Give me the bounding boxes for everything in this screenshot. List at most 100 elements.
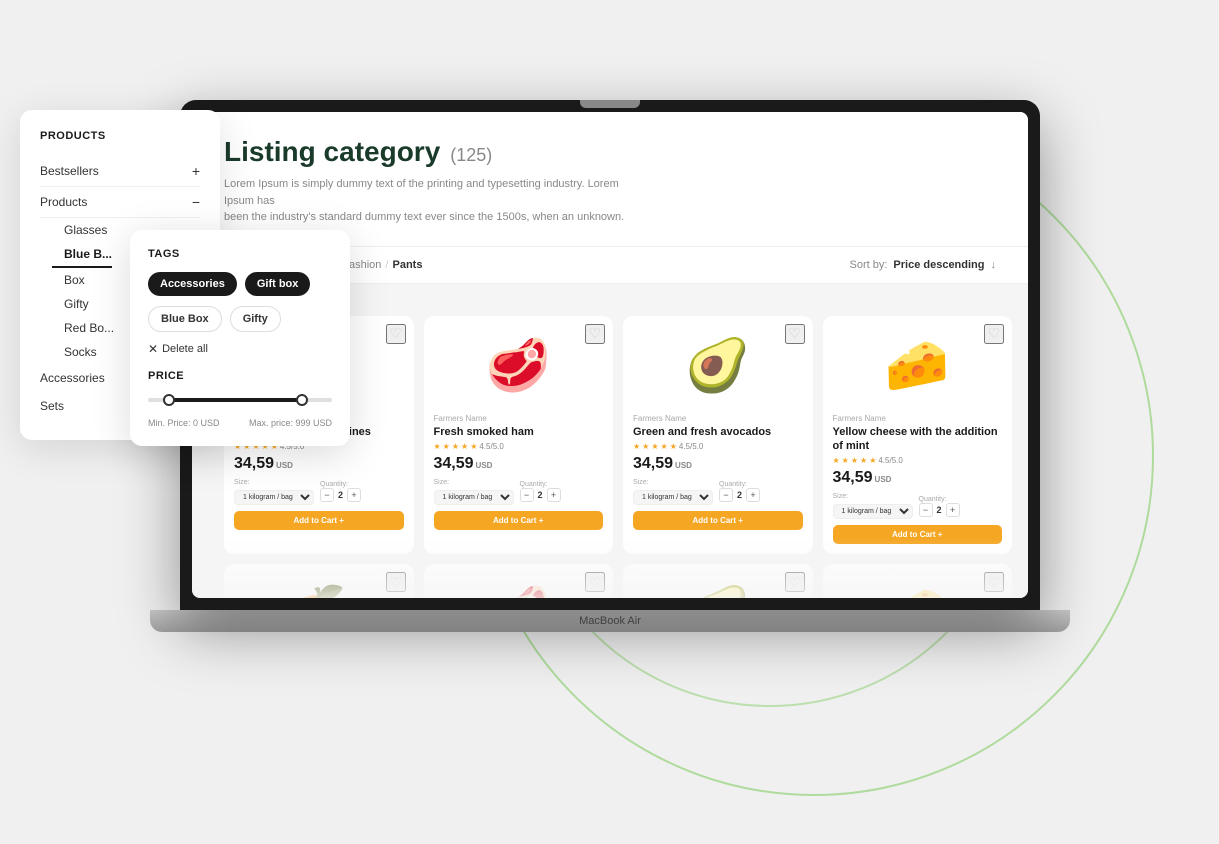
breadcrumb-pants[interactable]: Pants bbox=[392, 259, 422, 271]
qty-label-3: Quantity: bbox=[719, 481, 760, 488]
product-stars-4: ★ ★ ★ ★ ★ 4.5/5.0 bbox=[833, 456, 1003, 465]
product-price-2: 34,59 bbox=[434, 455, 474, 473]
product-currency-3: USD bbox=[675, 461, 692, 470]
qty-plus-4[interactable]: + bbox=[946, 503, 960, 517]
size-select-1[interactable]: 1 kilogram / bag bbox=[234, 490, 314, 505]
add-to-cart-3[interactable]: Add to Cart + bbox=[633, 511, 803, 530]
add-to-cart-4[interactable]: Add to Cart + bbox=[833, 525, 1003, 544]
qty-control-4: − 2 + bbox=[919, 503, 960, 517]
size-qty-row-3: Size: 1 kilogram / bag Quantity: − 2 + bbox=[633, 479, 803, 505]
product-emoji-5: 🍊 bbox=[286, 588, 351, 598]
sidebar-item-products[interactable]: Products − bbox=[40, 187, 200, 218]
size-qty-row-2: Size: 1 kilogram / bag Quantity: − 2 + bbox=[434, 479, 604, 505]
size-qty-row-4: Size: 1 kilogram / bag Quantity: − 2 + bbox=[833, 493, 1003, 519]
wishlist-button-7[interactable]: ♡ bbox=[785, 572, 805, 592]
qty-label-1: Quantity: bbox=[320, 481, 361, 488]
product-name-4: Yellow cheese with the addition of mint bbox=[833, 425, 1003, 454]
page-title: Listing category bbox=[224, 136, 440, 168]
size-label-3: Size: bbox=[633, 479, 713, 486]
qty-control-3: − 2 + bbox=[719, 488, 760, 502]
product-currency-1: USD bbox=[276, 461, 293, 470]
price-row-4: 34,59 USD bbox=[833, 469, 1003, 487]
tags-row-2: Blue Box Gifty bbox=[148, 306, 332, 332]
wishlist-button-1[interactable]: ♡ bbox=[386, 324, 406, 344]
sort-value[interactable]: Price descending bbox=[893, 259, 984, 271]
sidebar-bestsellers-label: Bestsellers bbox=[40, 164, 99, 178]
product-currency-4: USD bbox=[875, 475, 892, 484]
rating-text-2: 4.5/5.0 bbox=[479, 442, 503, 451]
tag-bluebox[interactable]: Blue Box bbox=[148, 306, 222, 332]
price-range-row: Min. Price: 0 USD Max. price: 999 USD bbox=[148, 418, 332, 428]
size-label-2: Size: bbox=[434, 479, 514, 486]
size-select-3[interactable]: 1 kilogram / bag bbox=[633, 490, 713, 505]
wishlist-button-3[interactable]: ♡ bbox=[785, 324, 805, 344]
delete-all-button[interactable]: ✕ Delete all bbox=[148, 342, 332, 356]
tag-accessories[interactable]: Accessories bbox=[148, 272, 237, 296]
sidebar-item-bestsellers[interactable]: Bestsellers + bbox=[40, 156, 200, 187]
price-slider-min-thumb[interactable] bbox=[163, 394, 175, 406]
page-header: Listing category (125) Lorem Ipsum is si… bbox=[192, 112, 1028, 247]
product-image-2: 🥩 bbox=[434, 326, 604, 406]
sidebar-subitem-bluebox[interactable]: Blue B... bbox=[52, 242, 112, 268]
qty-col-4: Quantity: − 2 + bbox=[919, 496, 960, 517]
wishlist-button-4[interactable]: ♡ bbox=[984, 324, 1004, 344]
sidebar-products-icon: − bbox=[192, 194, 200, 210]
wishlist-button-6[interactable]: ♡ bbox=[585, 572, 605, 592]
size-label-1: Size: bbox=[234, 479, 314, 486]
price-slider-track[interactable] bbox=[148, 398, 332, 402]
size-qty-row-1: Size: 1 kilogram / bag Quantity: − 2 + bbox=[234, 479, 404, 505]
size-col-4: Size: 1 kilogram / bag bbox=[833, 493, 913, 519]
qty-col-2: Quantity: − 2 + bbox=[520, 481, 561, 502]
product-stars-2: ★ ★ ★ ★ ★ 4.5/5.0 bbox=[434, 442, 604, 451]
product-stars-3: ★ ★ ★ ★ ★ 4.5/5.0 bbox=[633, 442, 803, 451]
macbook-base: MacBook Air bbox=[150, 610, 1070, 632]
qty-label-4: Quantity: bbox=[919, 496, 960, 503]
qty-col-1: Quantity: − 2 + bbox=[320, 481, 361, 502]
product-card-6: 🥩 ♡ Farmers Name Fresh smoked ham ★ ★ ★ … bbox=[424, 564, 614, 598]
product-image-6: 🥩 bbox=[434, 574, 604, 598]
qty-control-1: − 2 + bbox=[320, 488, 361, 502]
size-col-2: Size: 1 kilogram / bag bbox=[434, 479, 514, 505]
product-emoji-4: 🧀 bbox=[885, 340, 950, 392]
wishlist-button-5[interactable]: ♡ bbox=[386, 572, 406, 592]
price-min-label: Min. Price: 0 USD bbox=[148, 418, 220, 428]
delete-icon: ✕ bbox=[148, 342, 158, 356]
product-emoji-6: 🥩 bbox=[486, 588, 551, 598]
product-price-1: 34,59 bbox=[234, 455, 274, 473]
sidebar-section-title: PRODUCTS bbox=[40, 130, 200, 142]
qty-plus-3[interactable]: + bbox=[746, 488, 760, 502]
sidebar-products-label: Products bbox=[40, 195, 87, 209]
size-select-4[interactable]: 1 kilogram / bag bbox=[833, 504, 913, 519]
product-name-3: Green and fresh avocados bbox=[633, 425, 803, 439]
product-card-7: 🥑 ♡ Farmers Name Green and fresh avocado… bbox=[623, 564, 813, 598]
price-row-2: 34,59 USD bbox=[434, 455, 604, 473]
sort-label: Sort by: bbox=[850, 259, 888, 271]
product-card-3: 🥑 ♡ Farmers Name Green and fresh avocado… bbox=[623, 316, 813, 555]
wishlist-button-2[interactable]: ♡ bbox=[585, 324, 605, 344]
price-slider-max-thumb[interactable] bbox=[296, 394, 308, 406]
qty-plus-2[interactable]: + bbox=[547, 488, 561, 502]
size-select-2[interactable]: 1 kilogram / bag bbox=[434, 490, 514, 505]
product-image-8: 🧀 bbox=[833, 574, 1003, 598]
qty-value-3: 2 bbox=[737, 490, 742, 500]
wishlist-button-8[interactable]: ♡ bbox=[984, 572, 1004, 592]
product-emoji-8: 🧀 bbox=[885, 588, 950, 598]
add-to-cart-1[interactable]: Add to Cart + bbox=[234, 511, 404, 530]
qty-plus-1[interactable]: + bbox=[347, 488, 361, 502]
size-col-3: Size: 1 kilogram / bag bbox=[633, 479, 713, 505]
qty-minus-3[interactable]: − bbox=[719, 488, 733, 502]
product-image-4: 🧀 bbox=[833, 326, 1003, 406]
product-card-5: 🍊 ♡ Farmers Name Golden Sweet Mandarines… bbox=[224, 564, 414, 598]
rating-text-3: 4.5/5.0 bbox=[679, 442, 703, 451]
tag-giftbox[interactable]: Gift box bbox=[245, 272, 311, 296]
product-image-3: 🥑 bbox=[633, 326, 803, 406]
qty-minus-1[interactable]: − bbox=[320, 488, 334, 502]
price-row-1: 34,59 USD bbox=[234, 455, 404, 473]
tag-gifty[interactable]: Gifty bbox=[230, 306, 281, 332]
add-to-cart-2[interactable]: Add to Cart + bbox=[434, 511, 604, 530]
qty-minus-4[interactable]: − bbox=[919, 503, 933, 517]
qty-minus-2[interactable]: − bbox=[520, 488, 534, 502]
price-max-label: Max. price: 999 USD bbox=[249, 418, 332, 428]
delete-all-label: Delete all bbox=[162, 343, 208, 355]
price-slider-fill bbox=[166, 398, 304, 402]
